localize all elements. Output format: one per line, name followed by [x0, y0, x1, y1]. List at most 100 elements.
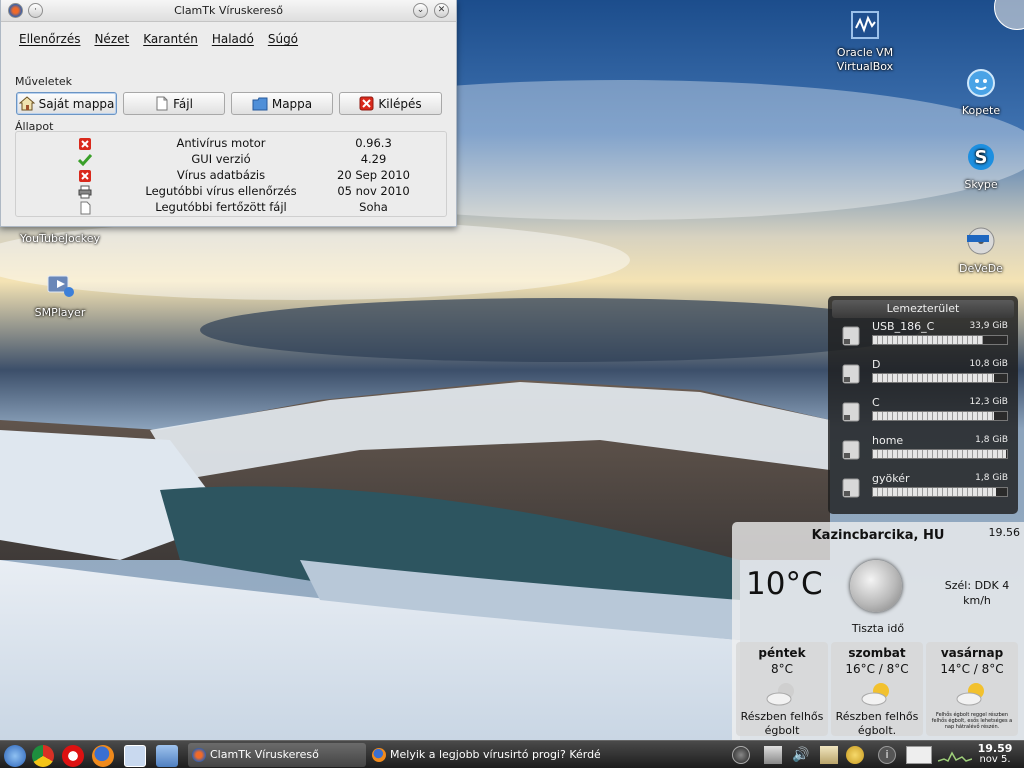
update-notifier-icon[interactable]: [732, 746, 750, 764]
drive-usage-bar: [872, 335, 1008, 345]
disk-space-widget: Lemezterület USB_186_C 33,9 GiB D 10,8 G…: [828, 296, 1018, 514]
drive-name: gyökér: [872, 472, 910, 485]
partly-sunny-icon: [861, 683, 889, 706]
forecast-day-name: vasárnap: [940, 646, 1004, 660]
drive-row[interactable]: C 12,3 GiB: [838, 396, 1014, 426]
drive-row[interactable]: USB_186_C 33,9 GiB: [838, 320, 1014, 350]
info-icon[interactable]: i: [878, 746, 896, 764]
firefox-icon[interactable]: [92, 745, 114, 767]
status-name: Vírus adatbázis: [176, 168, 266, 182]
minimize-button[interactable]: ⌄: [413, 3, 428, 18]
drive-usage-bar: [872, 373, 1008, 383]
menu-sugo[interactable]: Súgó: [268, 32, 298, 48]
drive-usage-fill: [873, 336, 983, 344]
volume-icon[interactable]: 🔊: [792, 746, 810, 764]
desktop-icon-label: DeVeDe: [959, 262, 1003, 275]
desktop-icon-label: SMPlayer: [34, 306, 86, 319]
clipboard-icon[interactable]: [820, 746, 838, 764]
svg-text:S: S: [975, 147, 988, 168]
desktop-icon-label: YouTubeJockey: [19, 232, 100, 245]
menu-bar: Ellenőrzés Nézet Karantén Haladó Súgó: [19, 32, 298, 48]
status-value: 20 Sep 2010: [337, 168, 410, 182]
taskbar: ClamTk Víruskereső Melyik a legjobb víru…: [0, 740, 1024, 768]
forecast-day: szombat 16°C / 8°C Részben felhős égbolt…: [831, 642, 923, 737]
drive-name: D: [872, 358, 881, 371]
wind-info: Szél: DDK 4 km/h: [944, 579, 1010, 607]
exit-button-label: Kilépés: [378, 96, 422, 111]
desktop-icon-youtubejockey[interactable]: YouTubeJockey: [15, 232, 105, 246]
file-icon: [156, 96, 168, 111]
current-condition: Tiszta idő: [851, 622, 905, 635]
task-firefox[interactable]: Melyik a legjobb vírusirtó progi? Kérdé.…: [368, 743, 600, 767]
close-button[interactable]: ✕: [434, 3, 449, 18]
home-folder-button-label: Saját mappa: [38, 96, 115, 111]
cursor-tool-icon[interactable]: [124, 745, 146, 767]
drive-row[interactable]: home 1,8 GiB: [838, 434, 1014, 464]
desktop-icon-smplayer[interactable]: SMPlayer: [15, 270, 105, 320]
exit-icon: [359, 96, 374, 111]
desktop-icon-virtualbox[interactable]: Oracle VM VirtualBox: [820, 10, 910, 74]
menu-karanten[interactable]: Karantén: [143, 32, 198, 48]
drive-name: USB_186_C: [872, 320, 935, 333]
window-titlebar[interactable]: · ClamTk Víruskereső ⌄ ✕: [1, 0, 456, 22]
weather-city: Kazincbarcika, HU: [811, 528, 945, 543]
forecast-desc: Részben felhős égbolt: [740, 710, 824, 737]
menu-nezet[interactable]: Nézet: [94, 32, 129, 48]
task-clamtk[interactable]: ClamTk Víruskereső: [188, 743, 366, 767]
notification-icon[interactable]: [846, 746, 864, 764]
hard-drive-icon: [842, 326, 860, 346]
system-monitor-icon[interactable]: [938, 747, 972, 763]
drive-name: home: [872, 434, 904, 447]
network-icon[interactable]: [764, 746, 782, 764]
error-icon: [79, 170, 91, 182]
disk-widget-title: Lemezterület: [832, 300, 1014, 318]
chrome-icon[interactable]: [32, 745, 54, 767]
status-value: 0.96.3: [355, 136, 392, 150]
menu-halado[interactable]: Haladó: [212, 32, 254, 48]
opera-icon[interactable]: [62, 745, 84, 767]
kde-menu-icon[interactable]: [4, 745, 26, 767]
drive-row[interactable]: D 10,8 GiB: [838, 358, 1014, 388]
file-button[interactable]: Fájl: [123, 92, 225, 115]
status-value: 4.29: [360, 152, 387, 166]
desktop-icon-devede[interactable]: DeVeDe: [936, 226, 1024, 276]
drive-usage-fill: [873, 488, 997, 496]
drive-usage-fill: [873, 374, 994, 382]
drive-row[interactable]: gyökér 1,8 GiB: [838, 472, 1014, 502]
partly-sunny-icon: [956, 683, 984, 706]
desktop-icon-label: Kopete: [961, 104, 1001, 117]
drive-usage-fill: [873, 450, 1006, 458]
clock[interactable]: 19.59 nov 5.: [970, 743, 1020, 765]
desktop-icon-label: Oracle VM VirtualBox: [836, 46, 894, 73]
partly-cloudy-moon-icon: [766, 683, 794, 706]
folder-button[interactable]: Mappa: [231, 92, 333, 115]
forecast-day-name: szombat: [848, 646, 906, 660]
desktop-icon-kopete[interactable]: Kopete: [936, 68, 1024, 118]
mail-icon[interactable]: [906, 746, 932, 764]
file-manager-icon[interactable]: [156, 745, 178, 767]
forecast-desc: Felhős égbolt reggel részben felhős égbo…: [931, 712, 1013, 730]
status-row: Legutóbbi vírus ellenőrzés 05 nov 2010: [16, 184, 448, 200]
desktop-icon-label: Skype: [964, 178, 998, 191]
task-label: Melyik a legjobb vírusirtó progi? Kérdé.…: [390, 748, 600, 761]
status-name: GUI verzió: [191, 152, 251, 166]
devede-icon: [967, 227, 995, 255]
menu-ellenorzes[interactable]: Ellenőrzés: [19, 32, 80, 48]
desktop-icon-skype[interactable]: S Skype: [936, 142, 1024, 192]
hard-drive-icon: [842, 478, 860, 498]
clamtk-icon: [192, 748, 206, 762]
status-value: Soha: [359, 200, 388, 214]
exit-button[interactable]: Kilépés: [339, 92, 442, 115]
status-row: Legutóbbi fertőzött fájl Soha: [16, 200, 448, 216]
file-button-label: Fájl: [173, 96, 193, 111]
forecast-temp: 16°C / 8°C: [845, 662, 909, 676]
home-folder-button[interactable]: Saját mappa: [16, 92, 117, 115]
forecast-temp: 8°C: [770, 662, 793, 676]
drive-usage-fill: [873, 412, 994, 420]
drive-free-space: 33,9 GiB: [969, 321, 1008, 331]
hard-drive-icon: [842, 402, 860, 422]
kopete-icon: [967, 69, 995, 97]
status-name: Legutóbbi vírus ellenőrzés: [145, 184, 297, 198]
moon-icon: [850, 560, 902, 612]
drive-name: C: [872, 396, 880, 409]
